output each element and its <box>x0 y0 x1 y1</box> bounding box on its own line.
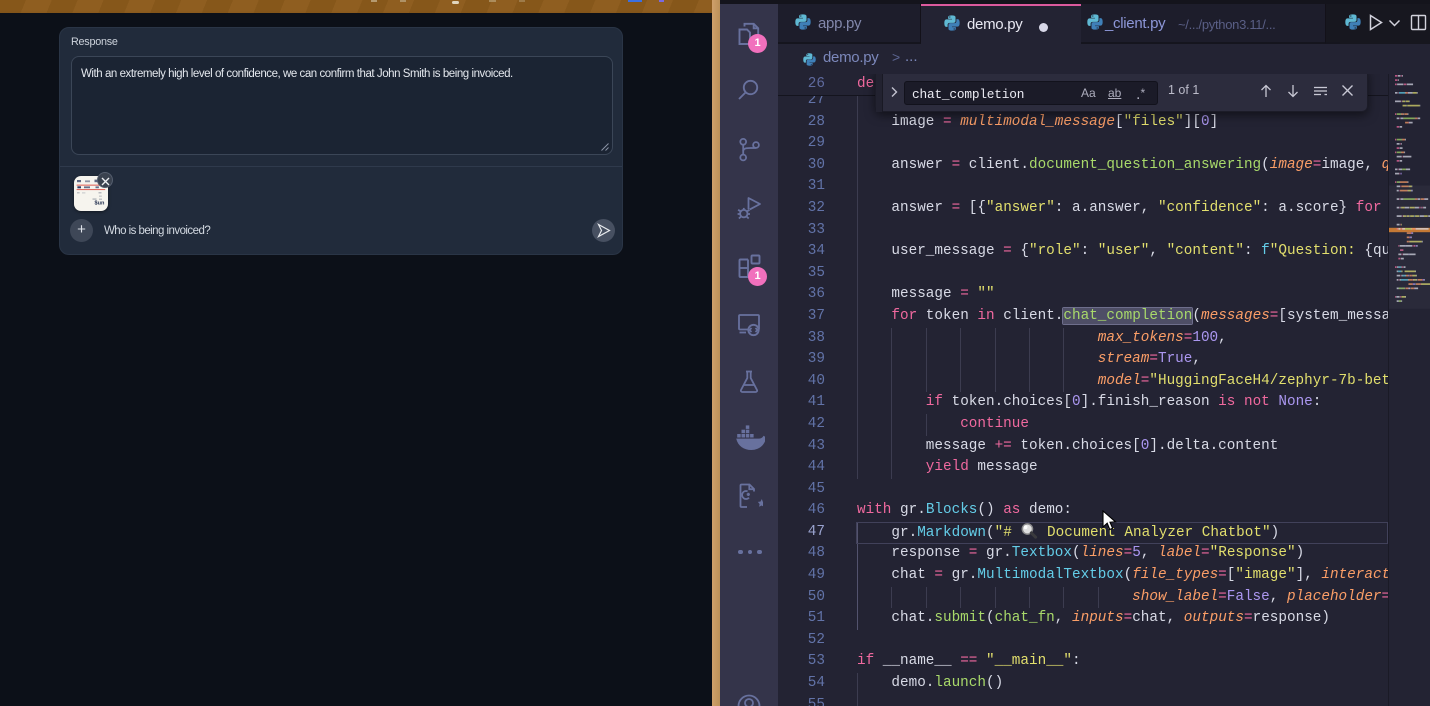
svg-text:$un: $un <box>95 201 106 207</box>
